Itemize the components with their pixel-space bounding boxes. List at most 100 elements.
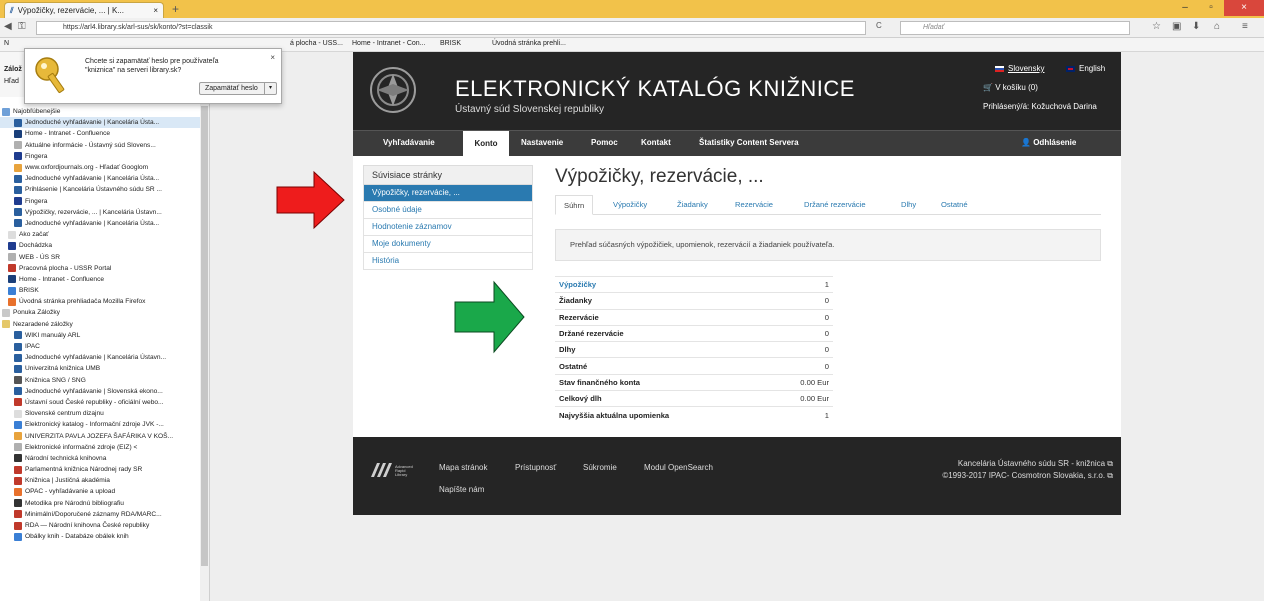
sidebar-bookmark-item[interactable]: Knižnica | Justičná akadémia xyxy=(0,475,200,486)
sidebar-bookmark-item[interactable]: Elektronické informačné zdroje (EIZ) < xyxy=(0,442,200,453)
sidebar-bookmark-item[interactable]: Metodika pre Národnú bibliografiu xyxy=(0,498,200,509)
bookmark-item[interactable]: Úvodná stránka prehli... xyxy=(492,40,566,47)
footer-opensearch-link[interactable]: Modul OpenSearch xyxy=(644,463,713,472)
footer-accessibility-link[interactable]: Prístupnosť xyxy=(515,463,556,472)
left-menu-ratings[interactable]: Hodnotenie záznamov xyxy=(363,219,533,236)
menu-search[interactable]: Vyhľadávanie xyxy=(383,138,435,147)
remember-password-button[interactable]: Zapamätať heslo ▾ xyxy=(199,82,277,95)
browser-navbar: ◀ ⚿ https://arl4.library.sk/arl-sus/sk/k… xyxy=(0,18,1264,38)
bookmark-item[interactable]: N xyxy=(4,40,9,47)
menu-icon[interactable]: ≡ xyxy=(1242,21,1248,32)
language-english-link[interactable]: English xyxy=(1066,64,1105,73)
left-menu-history[interactable]: História xyxy=(363,253,533,270)
sidebar-bookmark-item[interactable]: IPAC xyxy=(0,341,200,352)
cart-link[interactable]: 🛒 V košíku (0) xyxy=(983,83,1038,92)
sidebar-bookmark-item[interactable]: www.oxfordjournals.org - Hľadať Googlom xyxy=(0,162,200,173)
reader-icon[interactable]: ▣ xyxy=(1172,21,1181,32)
sidebar-bookmark-item[interactable]: Parlamentná knižnica Národnej rady SR xyxy=(0,464,200,475)
summary-label[interactable]: Výpožičky xyxy=(555,277,767,293)
left-menu-my-documents[interactable]: Moje dokumenty xyxy=(363,236,533,253)
bookmark-label: Ponuka Záložky xyxy=(13,309,60,317)
sidebar-bookmark-item[interactable]: Národní technická knihovna xyxy=(0,453,200,464)
sidebar-bookmark-item[interactable]: Dochádzka xyxy=(0,240,200,251)
sidebar-bookmark-item[interactable]: Univerzitná knižnica UMB xyxy=(0,363,200,374)
bookmark-item[interactable]: á plocha - USS... xyxy=(290,40,343,47)
chevron-down-icon[interactable]: ▾ xyxy=(264,83,276,94)
tab-summary[interactable]: Súhrn xyxy=(555,195,594,215)
tab-loans[interactable]: Výpožičky xyxy=(613,195,647,215)
search-input[interactable]: Hľadať xyxy=(900,21,1130,35)
summary-label: Stav finančného konta xyxy=(559,377,641,387)
tab-requests[interactable]: Žiadanky xyxy=(677,195,708,215)
browser-tab[interactable]: ⫽ Výpožičky, rezervácie, ... | K... × xyxy=(4,2,164,18)
bookmark-favicon-icon xyxy=(8,253,16,262)
sidebar-bookmark-item[interactable]: BRISK xyxy=(0,285,200,296)
new-tab-button[interactable]: + xyxy=(172,2,179,16)
sidebar-bookmark-item[interactable]: WIKI manuály ARL xyxy=(0,330,200,341)
language-slovak-link[interactable]: Slovensky xyxy=(995,64,1044,73)
sidebar-bookmark-item[interactable]: Jednoduché vyhľadávanie | Slovenská ekon… xyxy=(0,386,200,397)
sidebar-bookmark-item[interactable]: Fingera xyxy=(0,196,200,207)
sidebar-bookmark-item[interactable]: Pracovná plocha - USSR Portal xyxy=(0,263,200,274)
sidebar-bookmark-item[interactable]: Prihlásenie | Kancelária Ústavného súdu … xyxy=(0,184,200,195)
sidebar-bookmark-item[interactable]: Jednoduché vyhľadávanie | Kancelária Úst… xyxy=(0,173,200,184)
sidebar-bookmark-item[interactable]: Najobľúbenejšie xyxy=(0,106,200,117)
back-icon[interactable]: ◀ xyxy=(4,21,12,32)
footer-sitemap-link[interactable]: Mapa stránok xyxy=(439,463,487,472)
menu-help[interactable]: Pomoc xyxy=(591,138,618,147)
left-menu-personal-data[interactable]: Osobné údaje xyxy=(363,202,533,219)
minimize-button[interactable]: – xyxy=(1172,0,1198,16)
star-icon[interactable]: ☆ xyxy=(1152,21,1161,32)
footer-library-link[interactable]: Kancelária Ústavného súdu SR - knižnica … xyxy=(958,459,1113,469)
bookmark-item[interactable]: Home - Intranet - Con... xyxy=(352,40,426,47)
sidebar-bookmark-item[interactable]: Jednoduché vyhľadávanie | Kancelária Úst… xyxy=(0,117,200,129)
menu-statistics[interactable]: Štatistiky Content Servera xyxy=(699,138,799,147)
logout-link[interactable]: 👤 Odhlásenie xyxy=(1021,138,1076,147)
maximize-button[interactable]: ▫ xyxy=(1198,0,1224,16)
sidebar-bookmark-item[interactable]: Home - Intranet - Confluence xyxy=(0,128,200,139)
menu-contact[interactable]: Kontakt xyxy=(641,138,671,147)
menu-settings[interactable]: Nastavenie xyxy=(521,138,563,147)
sidebar-bookmark-item[interactable]: Knižnica SNG / SNG xyxy=(0,375,200,386)
tab-debts[interactable]: Dlhy xyxy=(901,195,916,215)
tab-close-icon[interactable]: × xyxy=(153,6,158,15)
window-close-button[interactable]: × xyxy=(1224,0,1264,16)
summary-link[interactable]: Výpožičky xyxy=(559,280,596,289)
tab-other[interactable]: Ostatné xyxy=(941,195,968,215)
sidebar-bookmark-item[interactable]: Fingera xyxy=(0,151,200,162)
footer-write-us-link[interactable]: Napíšte nám xyxy=(439,485,484,494)
close-icon[interactable]: × xyxy=(270,53,275,62)
tab-held-reservations[interactable]: Držané rezervácie xyxy=(804,195,866,215)
reload-icon[interactable]: C xyxy=(876,21,882,30)
home-icon[interactable]: ⌂ xyxy=(1214,21,1220,32)
sidebar-bookmark-item[interactable]: Jednoduché vyhľadávanie | Kancelária Úst… xyxy=(0,352,200,363)
sidebar-bookmark-item[interactable]: Nezaradené záložky xyxy=(0,319,200,330)
sidebar-scroll-thumb[interactable] xyxy=(201,106,208,566)
sidebar-bookmark-item[interactable]: Ponuka Záložky xyxy=(0,307,200,318)
sidebar-bookmark-item[interactable]: Výpožičky, rezervácie, ... | Kancelária … xyxy=(0,207,200,218)
download-icon[interactable]: ⬇ xyxy=(1192,21,1200,32)
sidebar-bookmark-item[interactable]: Slovenské centrum dizajnu xyxy=(0,408,200,419)
tab-reservations[interactable]: Rezervácie xyxy=(735,195,773,215)
sidebar-bookmark-item[interactable]: Jednoduché vyhľadávanie | Kancelária Úst… xyxy=(0,218,200,229)
sidebar-bookmark-item[interactable]: Úvodná stránka prehliadača Mozilla Firef… xyxy=(0,296,200,307)
sidebar-bookmark-item[interactable]: RDA — Národní knihovna České republiky xyxy=(0,520,200,531)
bookmark-item[interactable]: BRISK xyxy=(440,40,461,47)
sidebar-bookmark-item[interactable]: OPAC - vyhľadávanie a upload xyxy=(0,486,200,497)
key-icon[interactable]: ⚿ xyxy=(18,21,26,32)
footer-copyright[interactable]: ©1993-2017 IPAC- Cosmotron Slovakia, s.r… xyxy=(942,471,1113,481)
sidebar-bookmark-item[interactable]: Elektronický katalog - Informační zdroje… xyxy=(0,419,200,430)
sidebar-bookmark-item[interactable]: UNIVERZITA PAVLA JOZEFA ŠAFÁRIKA V KOŠ..… xyxy=(0,430,200,441)
sidebar-bookmark-item[interactable]: Minimální/Doporučené záznamy RDA/MARC... xyxy=(0,509,200,520)
footer-privacy-link[interactable]: Súkromie xyxy=(583,463,617,472)
sidebar-bookmark-item[interactable]: WEB - ÚS SR xyxy=(0,251,200,262)
sidebar-bookmark-item[interactable]: Aktuálne informácie - Ústavný súd Sloven… xyxy=(0,140,200,151)
sidebar-bookmark-item[interactable]: Obálky knih - Databáze obálek knih xyxy=(0,531,200,542)
sidebar-bookmark-item[interactable]: Ústavní soud České republiky - oficiální… xyxy=(0,397,200,408)
left-menu-loans[interactable]: Výpožičky, rezervácie, ... xyxy=(363,185,533,202)
menu-account[interactable]: Konto xyxy=(463,131,509,157)
sidebar-bookmark-item[interactable]: Ako začať xyxy=(0,229,200,240)
sidebar-search-label[interactable]: Hľad xyxy=(4,78,19,85)
url-field[interactable]: https://arl4.library.sk/arl-sus/sk/konto… xyxy=(36,21,866,35)
sidebar-bookmark-item[interactable]: Home - Intranet - Confluence xyxy=(0,274,200,285)
